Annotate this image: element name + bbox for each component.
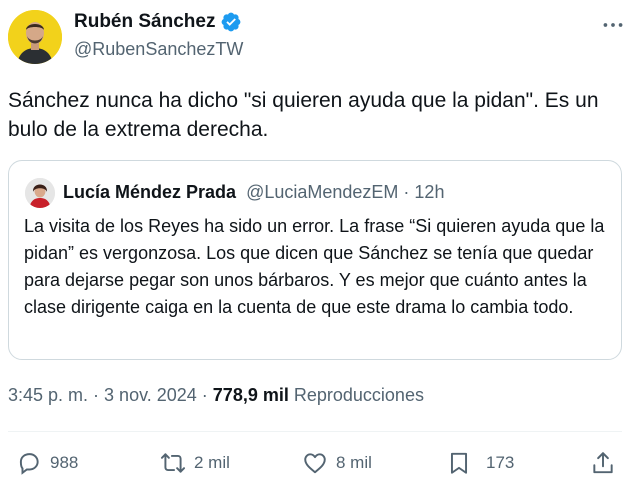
retweet-button[interactable]: 2 mil bbox=[160, 448, 230, 478]
quoted-author-avatar bbox=[25, 178, 55, 208]
tweet-meta: 3:45 p. m. · 3 nov. 2024 · 778,9 mil Rep… bbox=[8, 385, 424, 406]
quoted-text: La visita de los Reyes ha sido un error.… bbox=[24, 216, 605, 317]
divider bbox=[8, 431, 622, 432]
bookmark-count: 173 bbox=[486, 453, 515, 472]
tweet-time[interactable]: 3:45 p. m. bbox=[8, 385, 88, 405]
quoted-time: 12h bbox=[414, 182, 445, 202]
more-icon bbox=[603, 23, 623, 27]
share-button[interactable] bbox=[590, 448, 624, 478]
reply-button[interactable]: 988 bbox=[16, 448, 78, 478]
more-button[interactable] bbox=[600, 12, 626, 38]
author-name-row[interactable]: Rubén Sánchez bbox=[74, 11, 242, 33]
meta-separator: · bbox=[196, 385, 213, 405]
reply-count: 988 bbox=[50, 453, 79, 472]
share-icon bbox=[593, 452, 613, 474]
tweet-date[interactable]: 3 nov. 2024 bbox=[104, 385, 197, 405]
quoted-separator: · bbox=[398, 182, 415, 202]
quoted-author-name: Lucía Méndez Prada bbox=[63, 182, 237, 202]
tweet-text: Sánchez nunca ha dicho "si quieren ayuda… bbox=[8, 89, 599, 141]
quoted-header: Lucía Méndez Prada @LuciaMendezEM · 12h bbox=[63, 182, 444, 203]
verified-icon bbox=[222, 12, 241, 32]
like-count: 8 mil bbox=[336, 453, 372, 472]
meta-separator: · bbox=[88, 385, 105, 405]
like-icon bbox=[304, 453, 326, 474]
bookmark-button[interactable]: 173 bbox=[446, 448, 514, 478]
author-avatar[interactable] bbox=[8, 10, 62, 64]
views-label: Reproducciones bbox=[293, 385, 424, 405]
like-button[interactable]: 8 mil bbox=[302, 448, 372, 478]
bookmark-icon bbox=[450, 452, 468, 474]
author-name[interactable]: Rubén Sánchez bbox=[74, 11, 215, 33]
retweet-icon bbox=[160, 453, 186, 473]
views-count: 778,9 mil bbox=[212, 385, 289, 405]
reply-icon bbox=[19, 453, 39, 475]
retweet-count: 2 mil bbox=[194, 453, 230, 472]
author-handle[interactable]: @RubenSanchezTW bbox=[74, 39, 243, 60]
quoted-author-handle: @LuciaMendezEM bbox=[246, 182, 399, 202]
